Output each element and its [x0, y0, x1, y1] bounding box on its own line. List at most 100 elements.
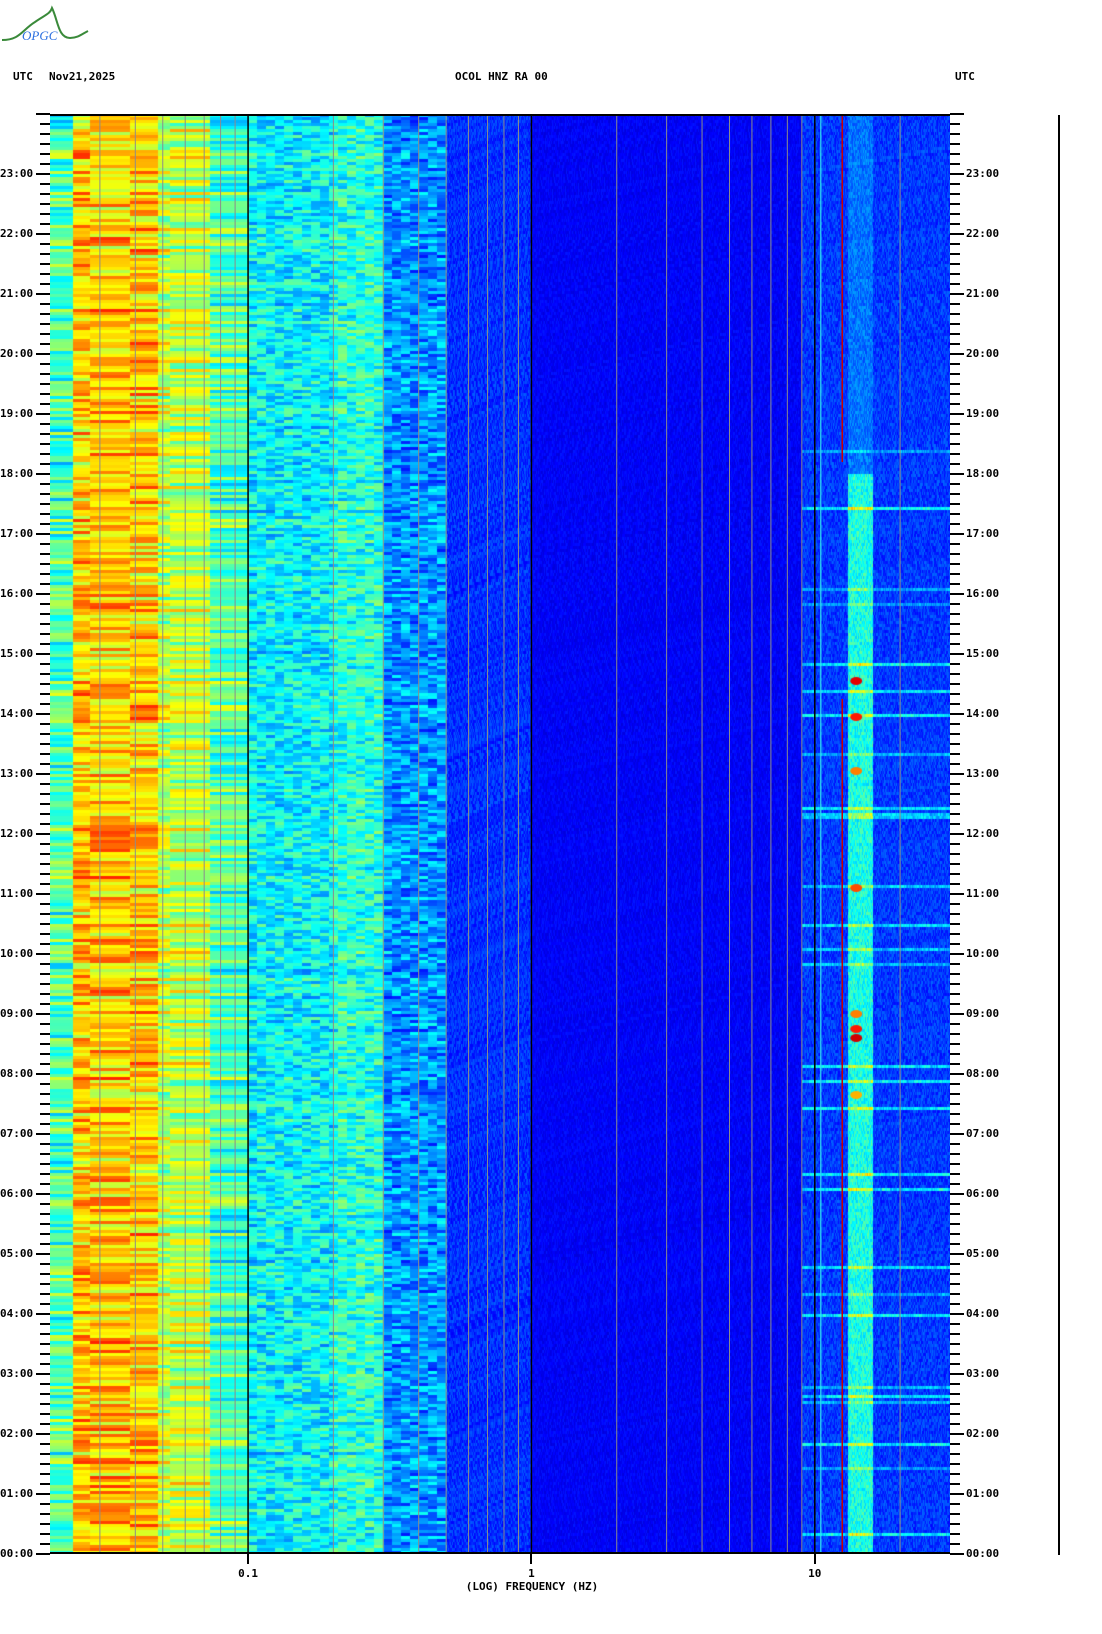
minor-tick: [40, 503, 50, 505]
minor-tick: [950, 503, 960, 505]
minor-tick: [950, 813, 960, 815]
time-label-left: 00:00: [0, 1547, 34, 1560]
minor-tick: [40, 583, 50, 585]
time-label-left: 18:00: [0, 467, 34, 480]
minor-tick: [40, 1043, 50, 1045]
minor-tick: [40, 1113, 50, 1115]
minor-tick: [40, 1343, 50, 1345]
minor-tick: [950, 553, 960, 555]
minor-tick: [40, 543, 50, 545]
minor-tick: [950, 1453, 960, 1455]
minor-tick: [950, 1143, 960, 1145]
minor-tick: [950, 1083, 960, 1085]
minor-tick: [40, 1063, 50, 1065]
major-tick: [36, 893, 50, 895]
minor-tick: [950, 1523, 960, 1525]
minor-tick: [40, 853, 50, 855]
minor-tick: [40, 403, 50, 405]
date-label: Nov21,2025: [49, 70, 116, 83]
minor-tick: [950, 1263, 960, 1265]
time-label-right: 03:00: [966, 1367, 1000, 1380]
time-label-right: 02:00: [966, 1427, 1000, 1440]
minor-tick: [40, 153, 50, 155]
time-label-right: 13:00: [966, 767, 1000, 780]
minor-tick: [40, 963, 50, 965]
minor-tick: [40, 563, 50, 565]
minor-tick: [950, 463, 960, 465]
time-label-left: 08:00: [0, 1067, 34, 1080]
left-timezone-label: UTC: [13, 70, 33, 83]
time-label-right: 00:00: [966, 1547, 1000, 1560]
minor-tick: [40, 883, 50, 885]
major-tick: [950, 893, 964, 895]
minor-tick: [40, 1003, 50, 1005]
minor-tick: [950, 253, 960, 255]
minor-tick: [40, 743, 50, 745]
minor-tick: [950, 1533, 960, 1535]
minor-tick: [950, 1413, 960, 1415]
time-label-left: 07:00: [0, 1127, 34, 1140]
major-tick: [36, 1193, 50, 1195]
major-tick: [36, 713, 50, 715]
minor-tick: [950, 563, 960, 565]
minor-tick: [40, 813, 50, 815]
major-tick: [36, 1433, 50, 1435]
minor-tick: [40, 843, 50, 845]
minor-tick: [950, 623, 960, 625]
minor-tick: [950, 963, 960, 965]
time-label-left: 12:00: [0, 827, 34, 840]
minor-tick: [950, 1483, 960, 1485]
major-tick: [950, 1433, 964, 1435]
minor-tick: [950, 933, 960, 935]
minor-tick: [950, 433, 960, 435]
major-tick: [950, 1373, 964, 1375]
minor-tick: [40, 313, 50, 315]
time-label-right: 05:00: [966, 1247, 1000, 1260]
minor-tick: [950, 863, 960, 865]
minor-tick: [950, 1203, 960, 1205]
minor-tick: [950, 613, 960, 615]
minor-tick: [40, 1383, 50, 1385]
minor-tick: [950, 133, 960, 135]
minor-tick: [950, 1363, 960, 1365]
major-tick: [950, 293, 964, 295]
time-label-right: 07:00: [966, 1127, 1000, 1140]
minor-tick: [950, 1353, 960, 1355]
minor-tick: [40, 1423, 50, 1425]
minor-tick: [40, 1483, 50, 1485]
minor-tick: [950, 443, 960, 445]
minor-tick: [950, 203, 960, 205]
opgc-logo: OPGC: [1, 5, 89, 43]
minor-tick: [40, 1353, 50, 1355]
time-label-right: 04:00: [966, 1307, 1000, 1320]
minor-tick: [40, 613, 50, 615]
major-tick: [36, 1253, 50, 1255]
minor-tick: [40, 433, 50, 435]
minor-tick: [40, 823, 50, 825]
minor-tick: [40, 763, 50, 765]
major-tick: [950, 713, 964, 715]
minor-tick: [950, 273, 960, 275]
minor-tick: [40, 393, 50, 395]
minor-tick: [950, 1443, 960, 1445]
minor-tick: [40, 623, 50, 625]
minor-tick: [950, 543, 960, 545]
time-label-left: 14:00: [0, 707, 34, 720]
minor-tick: [950, 303, 960, 305]
svg-text:OPGC: OPGC: [22, 28, 58, 43]
minor-tick: [950, 1473, 960, 1475]
major-tick: [36, 1493, 50, 1495]
minor-tick: [40, 733, 50, 735]
time-label-right: 09:00: [966, 1007, 1000, 1020]
minor-tick: [950, 403, 960, 405]
minor-tick: [40, 1243, 50, 1245]
minor-tick: [950, 803, 960, 805]
minor-tick: [950, 943, 960, 945]
minor-tick: [40, 383, 50, 385]
time-label-left: 17:00: [0, 527, 34, 540]
minor-tick: [950, 663, 960, 665]
minor-tick: [40, 603, 50, 605]
minor-tick: [40, 1283, 50, 1285]
minor-tick: [950, 843, 960, 845]
minor-tick: [950, 1543, 960, 1545]
